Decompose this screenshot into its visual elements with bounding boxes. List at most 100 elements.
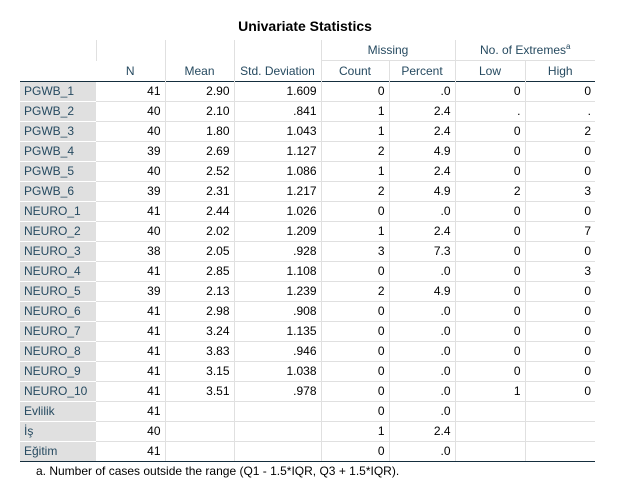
row-label: NEURO_4 (20, 261, 96, 282)
cell-extremes-low: 0 (454, 241, 525, 262)
cell-extremes-low (454, 421, 525, 442)
cell-missing-percent: 4.9 (388, 281, 455, 302)
header-count: Count (320, 60, 389, 82)
cell-missing-count: 1 (320, 161, 389, 182)
cell-std-deviation: 1.043 (233, 121, 321, 142)
cell-missing-count: 0 (320, 401, 389, 422)
cell-mean: 2.05 (164, 241, 234, 262)
cell-mean: 3.24 (164, 321, 234, 342)
cell-n: 41 (96, 261, 165, 282)
cell-std-deviation: 1.217 (233, 181, 321, 202)
cell-missing-percent: 2.4 (388, 421, 455, 442)
cell-std-deviation: 1.026 (233, 201, 321, 222)
cell-std-deviation: 1.127 (233, 141, 321, 162)
cell-extremes-low: 0 (454, 121, 525, 142)
row-label: PGWB_3 (20, 121, 96, 142)
cell-n: 41 (96, 361, 165, 382)
cell-missing-count: 3 (320, 241, 389, 262)
table-row: Evlilik 41 0.0 (20, 401, 595, 422)
cell-std-deviation: 1.209 (233, 221, 321, 242)
cell-n: 39 (96, 281, 165, 302)
table-row: İş 40 1 2.4 (20, 421, 595, 442)
cell-missing-percent: .0 (388, 81, 455, 102)
row-label: PGWB_2 (20, 101, 96, 122)
cell-missing-count: 1 (320, 221, 389, 242)
cell-extremes-high: 0 (524, 141, 595, 162)
row-label: NEURO_9 (20, 361, 96, 382)
cell-missing-count: 0 (320, 361, 389, 382)
cell-mean (164, 421, 234, 442)
footnote: a. Number of cases outside the range (Q1… (36, 464, 400, 478)
row-label: NEURO_1 (20, 201, 96, 222)
cell-mean: 2.52 (164, 161, 234, 182)
table-row: PGWB_4 39 2.69 1.127 2 4.9 0 0 (20, 141, 595, 162)
row-label: NEURO_7 (20, 321, 96, 342)
cell-n: 40 (96, 161, 165, 182)
cell-missing-percent: 2.4 (388, 221, 455, 242)
cell-mean: 3.15 (164, 361, 234, 382)
row-label: İş (20, 421, 96, 442)
table-row: NEURO_3 38 2.05.928 3 7.3 0 0 (20, 241, 595, 262)
cell-missing-percent: 4.9 (388, 141, 455, 162)
cell-missing-percent: .0 (388, 401, 455, 422)
cell-std-deviation: .928 (233, 241, 321, 262)
cell-n: 40 (96, 101, 165, 122)
cell-extremes-high: 0 (524, 341, 595, 362)
cell-mean: 3.51 (164, 381, 234, 402)
table-title: Univariate Statistics (238, 18, 372, 34)
cell-mean: 1.80 (164, 121, 234, 142)
row-label: PGWB_1 (20, 81, 96, 102)
cell-missing-percent: 2.4 (388, 161, 455, 182)
cell-std-deviation: 1.038 (233, 361, 321, 382)
header-n-spacer (95, 40, 165, 61)
cell-missing-count: 0 (320, 381, 389, 402)
cell-n: 39 (96, 181, 165, 202)
cell-n: 41 (96, 201, 165, 222)
cell-extremes-high: 7 (524, 221, 595, 242)
header-mean: Mean (164, 60, 234, 82)
cell-n: 41 (96, 401, 165, 422)
cell-mean: 2.31 (164, 181, 234, 202)
cell-extremes-high: 3 (524, 261, 595, 282)
header-extremes-label: No. of Extremes (480, 43, 567, 57)
cell-extremes-high: . (524, 101, 595, 122)
cell-missing-percent: .0 (388, 361, 455, 382)
cell-extremes-low: 0 (454, 161, 525, 182)
cell-n: 41 (96, 441, 165, 462)
cell-extremes-low: 0 (454, 321, 525, 342)
cell-extremes-high: 0 (524, 281, 595, 302)
cell-extremes-high: 0 (524, 381, 595, 402)
cell-std-deviation: .978 (233, 381, 321, 402)
cell-missing-percent: 2.4 (388, 101, 455, 122)
cell-std-deviation (233, 421, 321, 442)
cell-missing-count: 0 (320, 441, 389, 462)
cell-n: 41 (96, 81, 165, 102)
row-label: Eğitim (20, 441, 96, 462)
table-row: NEURO_4 41 2.85 1.108 0.0 0 3 (20, 261, 595, 282)
table-row: PGWB_2 40 2.10.841 1 2.4.. (20, 101, 595, 122)
cell-mean: 2.44 (164, 201, 234, 222)
header-extremes: No. of Extremesa (454, 40, 595, 61)
cell-missing-percent: .0 (388, 381, 455, 402)
cell-missing-percent: .0 (388, 201, 455, 222)
row-label: NEURO_3 (20, 241, 96, 262)
header-missing: Missing (320, 40, 455, 61)
cell-extremes-low: 2 (454, 181, 525, 202)
cell-extremes-high: 0 (524, 361, 595, 382)
cell-std-deviation: 1.609 (233, 81, 321, 102)
cell-missing-percent: .0 (388, 301, 455, 322)
cell-mean: 2.85 (164, 261, 234, 282)
cell-extremes-high: 0 (524, 161, 595, 182)
table-row: PGWB_5 40 2.52 1.086 1 2.4 0 0 (20, 161, 595, 182)
row-label: NEURO_2 (20, 221, 96, 242)
cell-missing-percent: 7.3 (388, 241, 455, 262)
cell-missing-count: 0 (320, 321, 389, 342)
cell-mean (164, 401, 234, 422)
cell-extremes-high (524, 401, 595, 422)
header-corner (20, 40, 96, 61)
table-row: NEURO_10 41 3.51.978 0.0 1 0 (20, 381, 595, 402)
cell-mean: 2.69 (164, 141, 234, 162)
cell-n: 40 (96, 421, 165, 442)
cell-missing-count: 0 (320, 261, 389, 282)
cell-extremes-low: 0 (454, 201, 525, 222)
